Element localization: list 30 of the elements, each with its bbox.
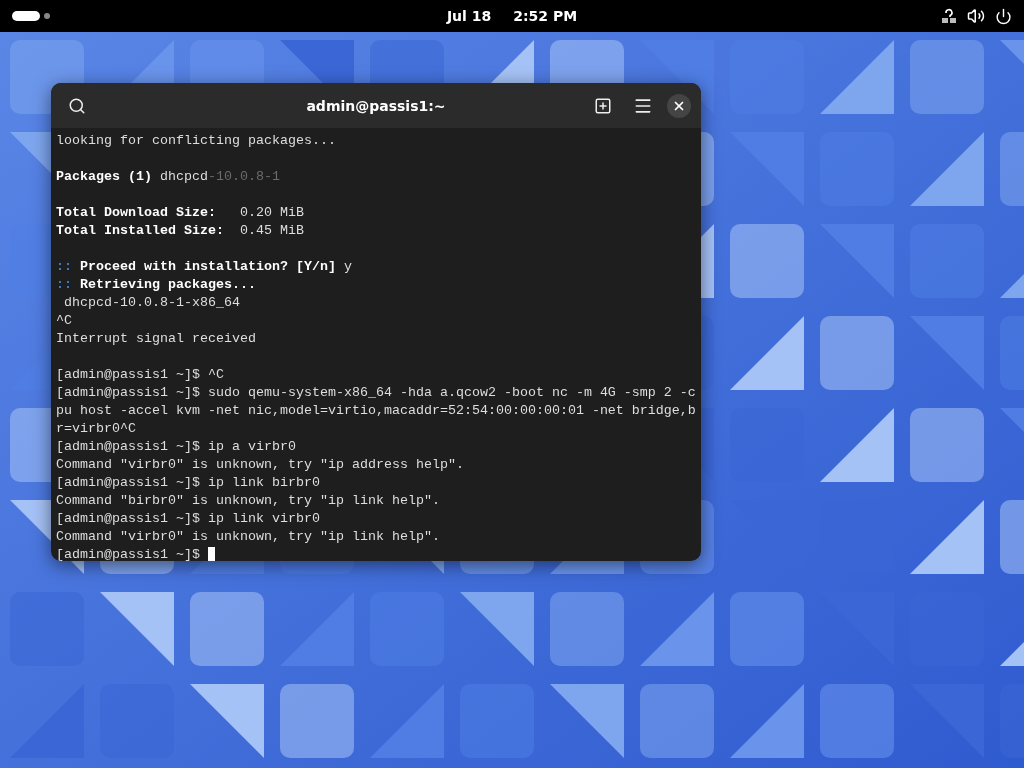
search-icon — [68, 96, 86, 115]
terminal-line: Command "virbr0" is unknown, try "ip address help". — [56, 456, 465, 474]
terminal-line: ^C — [56, 312, 73, 330]
plus-square-icon — [594, 96, 612, 115]
power-icon[interactable] — [995, 7, 1012, 25]
time-text[interactable]: 2:52 PM — [513, 8, 578, 24]
terminal-line: [admin@passis1 ~]$ sudo qemu-system-x86_64 -hda a.qcow2 -boot nc -m 4G -smp 2 -c — [56, 384, 696, 402]
volume-icon[interactable] — [967, 7, 985, 25]
network-question-icon[interactable] — [941, 8, 957, 24]
terminal-line: :: Retrieving packages... — [56, 276, 257, 294]
terminal-line: Command "virbr0" is unknown, try "ip link help". — [56, 528, 441, 546]
terminal-line: Total Installed Size: 0.45 MiB — [56, 222, 305, 240]
activities-icon[interactable] — [12, 11, 50, 21]
terminal-line: [admin@passis1 ~]$ ip link virbr0 — [56, 510, 321, 528]
terminal-line: Command "birbr0" is unknown, try "ip link help". — [56, 492, 441, 510]
terminal-line: dhcpcd-10.0.8-1-x86_64 — [63, 294, 241, 312]
terminal-line: Packages (1) dhcpcd-10.0.8-1 — [56, 168, 281, 186]
terminal-line: Total Download Size: 0.20 MiB — [56, 204, 305, 222]
terminal-line: :: Proceed with installation? [Y/n] y — [56, 258, 353, 276]
terminal-line: [admin@passis1 ~]$ ip a virbr0 — [56, 438, 297, 456]
window-title: admin@passis1:~ — [306, 97, 446, 114]
date-text[interactable]: Jul 18 — [446, 8, 492, 24]
terminal-line: [admin@passis1 ~]$ ip link birbr0 — [56, 474, 321, 492]
close-button[interactable] — [667, 93, 691, 118]
terminal-line: looking for conflicting packages... — [56, 132, 337, 150]
terminal-line: Interrupt signal received — [56, 330, 257, 348]
terminal-line: [admin@passis1 ~]$ ^C — [56, 366, 225, 384]
terminal-line: pu host -accel kvm -net nic,model=virtio,macaddr=52:54:00:00:00:01 -net bridge,b — [56, 402, 696, 420]
terminal-line: r=virbr0^C — [56, 420, 137, 438]
terminal-line: [admin@passis1 ~]$ — [56, 546, 201, 561]
